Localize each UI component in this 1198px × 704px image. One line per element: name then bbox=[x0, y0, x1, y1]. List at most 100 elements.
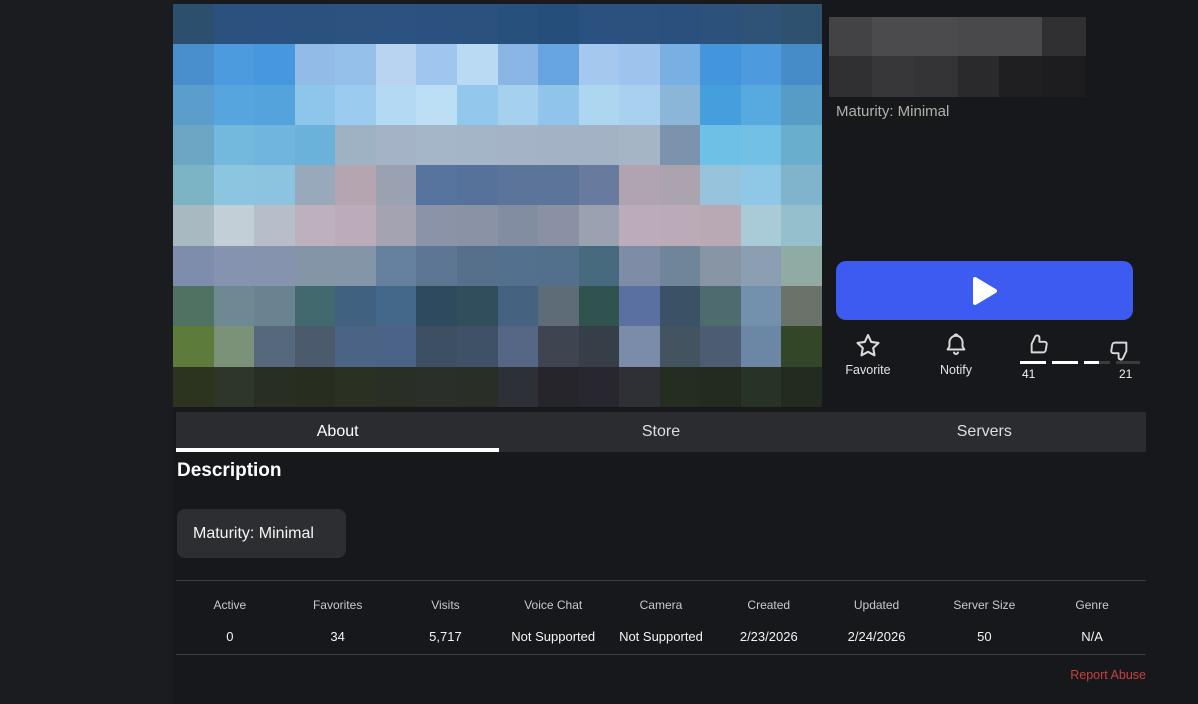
mosaic-cell bbox=[619, 165, 660, 205]
mosaic-cell bbox=[416, 85, 457, 125]
mosaic-cell bbox=[254, 326, 295, 366]
stats-value-favorites: 34 bbox=[284, 629, 392, 644]
mosaic-cell bbox=[579, 4, 620, 44]
mosaic-cell bbox=[781, 85, 822, 125]
maturity-label: Maturity: Minimal bbox=[836, 103, 949, 120]
mosaic-cell bbox=[457, 286, 498, 326]
tab-bar: AboutStoreServers bbox=[176, 412, 1146, 452]
maturity-chip: Maturity: Minimal bbox=[177, 509, 346, 558]
like-button[interactable] bbox=[1022, 332, 1052, 358]
mosaic-cell bbox=[457, 205, 498, 245]
mosaic-cell bbox=[538, 85, 579, 125]
mosaic-cell bbox=[619, 205, 660, 245]
mosaic-cell bbox=[538, 4, 579, 44]
mosaic-cell bbox=[254, 205, 295, 245]
report-abuse-link[interactable]: Report Abuse bbox=[176, 668, 1146, 682]
mosaic-cell bbox=[295, 4, 336, 44]
mosaic-cell bbox=[457, 85, 498, 125]
stats-header-genre: Genre bbox=[1038, 598, 1146, 612]
mosaic-cell bbox=[457, 4, 498, 44]
mosaic-cell bbox=[173, 44, 214, 84]
mosaic-cell bbox=[457, 44, 498, 84]
mosaic-cell bbox=[254, 125, 295, 165]
mosaic-cell bbox=[660, 85, 701, 125]
mosaic-cell bbox=[579, 165, 620, 205]
dislike-button[interactable] bbox=[1106, 336, 1136, 362]
mosaic-cell bbox=[416, 246, 457, 286]
stats-value-camera: Not Supported bbox=[607, 629, 715, 644]
stats-header-voice-chat: Voice Chat bbox=[499, 598, 607, 612]
notify-button[interactable]: Notify bbox=[926, 332, 986, 377]
favorite-button[interactable]: Favorite bbox=[838, 332, 898, 377]
mosaic-cell bbox=[741, 165, 782, 205]
stats-header-row: ActiveFavoritesVisitsVoice ChatCameraCre… bbox=[176, 598, 1146, 612]
mosaic-cell bbox=[376, 4, 417, 44]
mosaic-cell bbox=[295, 326, 336, 366]
mosaic-cell bbox=[295, 165, 336, 205]
mosaic-cell bbox=[214, 4, 255, 44]
mosaic-cell bbox=[416, 4, 457, 44]
mosaic-cell bbox=[416, 165, 457, 205]
stats-header-favorites: Favorites bbox=[284, 598, 392, 612]
mosaic-cell bbox=[538, 165, 579, 205]
stats-value-active: 0 bbox=[176, 629, 284, 644]
mosaic-cell bbox=[619, 326, 660, 366]
mosaic-cell bbox=[376, 125, 417, 165]
mosaic-cell bbox=[254, 4, 295, 44]
mosaic-cell bbox=[538, 246, 579, 286]
mosaic-cell bbox=[335, 44, 376, 84]
mosaic-cell bbox=[335, 4, 376, 44]
mosaic-cell bbox=[741, 85, 782, 125]
stats-value-created: 2/23/2026 bbox=[715, 629, 823, 644]
stats-table: ActiveFavoritesVisitsVoice ChatCameraCre… bbox=[176, 580, 1146, 655]
mosaic-cell bbox=[741, 125, 782, 165]
mosaic-cell bbox=[700, 286, 741, 326]
game-thumbnail[interactable] bbox=[173, 0, 822, 407]
tab-store[interactable]: Store bbox=[499, 412, 822, 452]
mosaic-cell bbox=[214, 125, 255, 165]
play-button[interactable] bbox=[836, 261, 1133, 320]
tab-about[interactable]: About bbox=[176, 412, 499, 452]
mosaic-cell bbox=[457, 326, 498, 366]
mosaic-cell bbox=[295, 205, 336, 245]
mosaic-cell bbox=[700, 44, 741, 84]
mosaic-cell bbox=[295, 85, 336, 125]
mosaic-cell bbox=[214, 205, 255, 245]
mosaic-cell bbox=[254, 165, 295, 205]
stats-header-created: Created bbox=[715, 598, 823, 612]
mosaic-cell bbox=[619, 246, 660, 286]
mosaic-cell bbox=[173, 4, 214, 44]
mosaic-cell bbox=[781, 326, 822, 366]
mosaic-cell bbox=[416, 326, 457, 366]
mosaic-cell bbox=[335, 367, 376, 407]
mosaic-cell bbox=[700, 205, 741, 245]
mosaic-cell bbox=[173, 125, 214, 165]
mosaic-cell bbox=[214, 286, 255, 326]
tab-servers[interactable]: Servers bbox=[823, 412, 1146, 452]
mosaic-cell bbox=[660, 165, 701, 205]
mosaic-cell bbox=[416, 44, 457, 84]
mosaic-cell bbox=[619, 85, 660, 125]
mosaic-cell bbox=[700, 85, 741, 125]
mosaic-cell bbox=[335, 125, 376, 165]
mosaic-cell bbox=[781, 367, 822, 407]
mosaic-cell bbox=[498, 85, 539, 125]
mosaic-cell bbox=[538, 44, 579, 84]
mosaic-cell bbox=[416, 286, 457, 326]
mosaic-cell bbox=[660, 125, 701, 165]
stats-value-genre: N/A bbox=[1038, 629, 1146, 644]
mosaic-cell bbox=[457, 125, 498, 165]
mosaic-cell bbox=[660, 4, 701, 44]
blur-block bbox=[1043, 56, 1085, 97]
mosaic-cell bbox=[457, 246, 498, 286]
mosaic-cell bbox=[254, 85, 295, 125]
mosaic-cell bbox=[579, 286, 620, 326]
mosaic-cell bbox=[498, 246, 539, 286]
mosaic-cell bbox=[579, 367, 620, 407]
description-heading: Description bbox=[177, 460, 282, 482]
mosaic-cell bbox=[538, 367, 579, 407]
mosaic-cell bbox=[579, 125, 620, 165]
blur-block bbox=[872, 56, 915, 97]
mosaic-cell bbox=[254, 286, 295, 326]
mosaic-cell bbox=[660, 326, 701, 366]
